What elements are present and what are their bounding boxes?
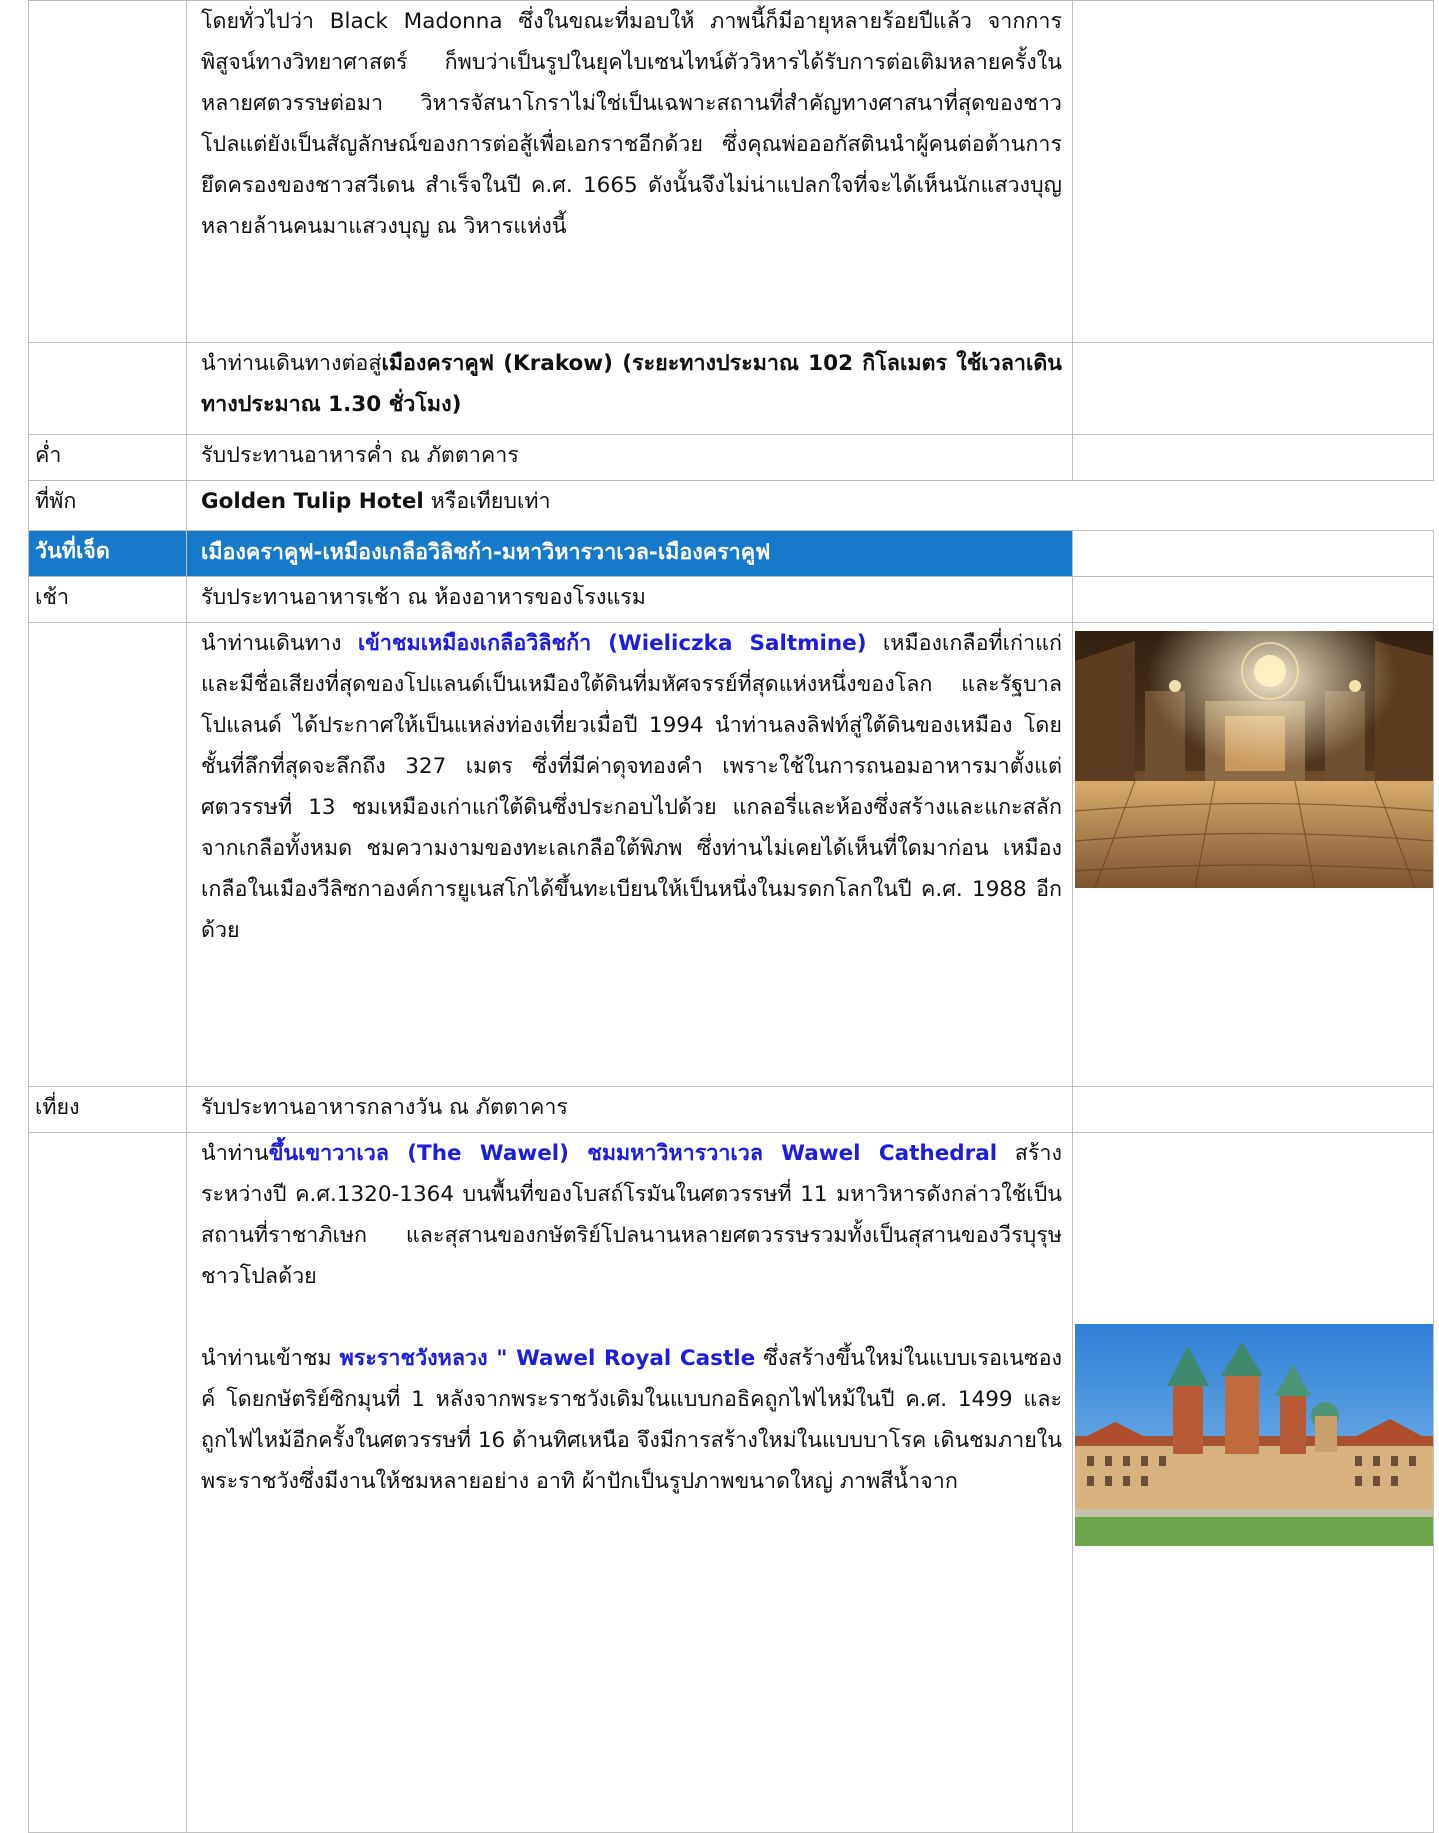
wawel-prefix: นำท่าน: [201, 1141, 269, 1166]
saltmine-label-cell: [28, 622, 187, 1087]
wawel-label-cell: [28, 1132, 187, 1833]
hotel-suffix: หรือเทียบเท่า: [423, 489, 551, 514]
breakfast-row: เช้า รับประทานอาหารเช้า ณ ห้องอาหารของโร…: [28, 576, 1434, 623]
hotel-text: Golden Tulip Hotel หรือเทียบเท่า: [186, 480, 1434, 531]
lunch-label: เที่ยง: [28, 1086, 187, 1133]
travel-label-cell: [28, 342, 187, 435]
dinner-image-cell: [1072, 434, 1434, 481]
lunch-row: เที่ยง รับประทานอาหารกลางวัน ณ ภัตตาคาร: [28, 1086, 1434, 1133]
dinner-row: ค่ำ รับประทานอาหารค่ำ ณ ภัตตาคาร: [28, 434, 1434, 481]
saltmine-chapel-photo: [1075, 631, 1433, 888]
breakfast-text: รับประทานอาหารเช้า ณ ห้องอาหารของโรงแรม: [186, 576, 1073, 623]
breakfast-label: เช้า: [28, 576, 187, 623]
travel-row: นำท่านเดินทางต่อสู่เมืองคราคูฟ (Krakow) …: [28, 342, 1434, 435]
intro-label-cell: [28, 0, 187, 343]
itinerary-table: โดยทั่วไปว่า Black Madonna ซึ่งในขณะที่ม…: [28, 0, 1434, 1833]
intro-paragraph: โดยทั่วไปว่า Black Madonna ซึ่งในขณะที่ม…: [186, 0, 1073, 343]
wawel-cathedral-highlight: ขึ้นเขาวาเวล (The Wawel) ชมมหาวิหารวาเวล…: [268, 1141, 998, 1166]
saltmine-image-cell: [1072, 622, 1434, 1087]
saltmine-prefix: นำท่านเดินทาง: [201, 631, 358, 656]
wawel-cathedral-paragraph: นำท่านขึ้นเขาวาเวล (The Wawel) ชมมหาวิหา…: [201, 1133, 1062, 1297]
day-header-blank: [1072, 530, 1434, 577]
saltmine-body: เหมืองเกลือที่เก่าแก่และมีชื่อเสียงที่สุ…: [201, 631, 1062, 943]
lunch-image-cell: [1072, 1086, 1434, 1133]
dinner-label: ค่ำ: [28, 434, 187, 481]
wawel-castle-photo: [1075, 1324, 1433, 1546]
travel-text: นำท่านเดินทางต่อสู่เมืองคราคูฟ (Krakow) …: [186, 342, 1073, 435]
day-header-row: วันที่เจ็ด เมืองคราคูฟ-เหมืองเกลือวิลิชก…: [28, 530, 1434, 577]
wawel-castle-highlight: พระราชวังหลวง " Wawel Royal Castle: [339, 1346, 756, 1371]
wawel-castle-paragraph: นำท่านเข้าชม พระราชวังหลวง " Wawel Royal…: [201, 1338, 1062, 1502]
wawel-text: นำท่านขึ้นเขาวาเวล (The Wawel) ชมมหาวิหา…: [186, 1132, 1073, 1833]
dinner-text: รับประทานอาหารค่ำ ณ ภัตตาคาร: [186, 434, 1073, 481]
lunch-text: รับประทานอาหารกลางวัน ณ ภัตตาคาร: [186, 1086, 1073, 1133]
day-title: เมืองคราคูฟ-เหมืองเกลือวิลิชก้า-มหาวิหาร…: [186, 530, 1073, 577]
wawel-photo-graphic: [1075, 1324, 1433, 1546]
hotel-row: ที่พัก Golden Tulip Hotel หรือเทียบเท่า: [28, 480, 1434, 531]
saltmine-photo-graphic: [1075, 631, 1433, 888]
travel-prefix: นำท่านเดินทางต่อสู่: [201, 351, 382, 376]
wawel-castle-prefix: นำท่านเข้าชม: [201, 1346, 340, 1371]
travel-image-cell: [1072, 342, 1434, 435]
hotel-name: Golden Tulip Hotel: [201, 489, 424, 514]
saltmine-row: นำท่านเดินทาง เข้าชมเหมืองเกลือวิลิชก้า …: [28, 622, 1434, 1087]
day-label: วันที่เจ็ด: [28, 530, 187, 577]
breakfast-image-cell: [1072, 576, 1434, 623]
intro-text: โดยทั่วไปว่า Black Madonna ซึ่งในขณะที่ม…: [201, 9, 1062, 239]
wawel-image-cell: [1072, 1132, 1434, 1833]
intro-row: โดยทั่วไปว่า Black Madonna ซึ่งในขณะที่ม…: [28, 0, 1434, 343]
saltmine-text: นำท่านเดินทาง เข้าชมเหมืองเกลือวิลิชก้า …: [186, 622, 1073, 1087]
intro-image-cell: [1072, 0, 1434, 343]
saltmine-highlight: เข้าชมเหมืองเกลือวิลิชก้า (Wieliczka Sal…: [357, 631, 867, 656]
wawel-row: นำท่านขึ้นเขาวาเวล (The Wawel) ชมมหาวิหา…: [28, 1132, 1434, 1833]
hotel-label: ที่พัก: [28, 480, 187, 531]
